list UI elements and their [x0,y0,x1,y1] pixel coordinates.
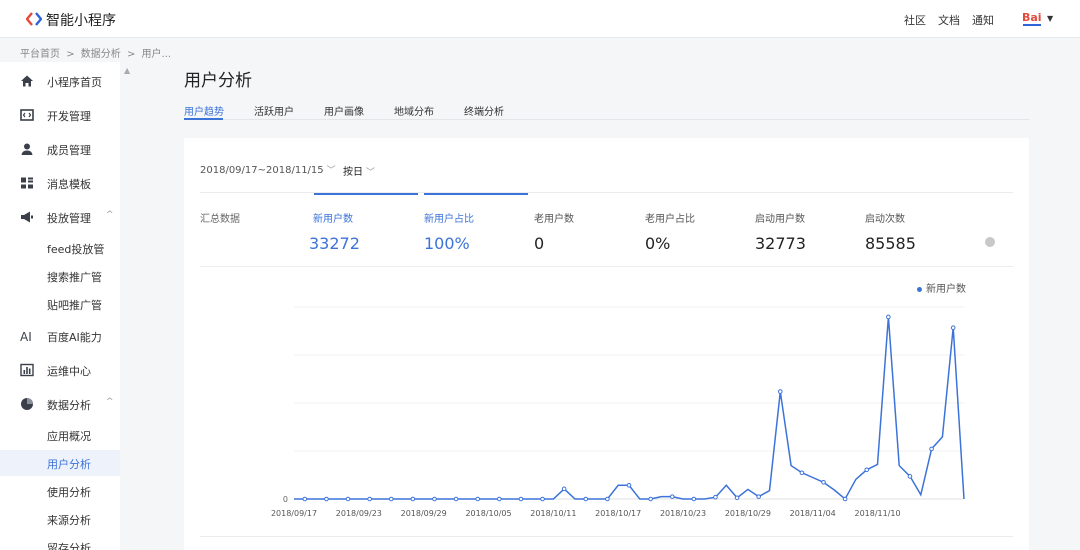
ai-icon: AI [20,330,32,343]
data-point[interactable] [345,496,351,502]
active-tab-indicator [184,118,223,120]
x-tick-label: 2018/09/23 [336,509,382,518]
nav-community-link[interactable]: 社区 [904,12,926,28]
brand-name[interactable]: 智能小程序 [46,10,116,30]
data-point[interactable] [821,479,826,485]
data-point[interactable] [777,389,783,394]
data-point[interactable] [475,496,481,502]
sidebar-sub-tieba[interactable]: 贴吧推广管 [0,291,120,317]
nav-notify-link[interactable]: 通知 [972,12,994,28]
x-tick-label: 2018/10/17 [595,509,641,518]
sidebar-item-ai[interactable]: AI 百度AI能力 [0,322,120,350]
data-point[interactable] [734,495,740,501]
user-icon [21,143,33,155]
tab-device[interactable]: 终端分析 [464,103,504,118]
x-tick-label: 2018/10/23 [660,509,706,518]
data-point[interactable] [864,467,870,473]
svg-text:Bai: Bai [1022,11,1042,24]
sidebar-sub-usage[interactable]: 使用分析 [0,478,120,504]
x-tick-label: 2018/10/11 [530,509,576,518]
data-point[interactable] [367,496,372,502]
sidebar-sub-search[interactable]: 搜索推广管 [0,263,120,289]
breadcrumb: 平台首页 > 数据分析 > 用户... [20,45,174,60]
data-point[interactable] [950,325,956,330]
series-line-new-users [294,316,965,501]
data-point[interactable] [583,496,589,502]
breadcrumb-separator: > [66,49,75,60]
avatar[interactable]: Bai [1021,10,1043,30]
data-point[interactable] [907,474,913,479]
tab-user-trend[interactable]: 用户趋势 [184,103,224,118]
data-point[interactable] [886,314,891,320]
data-point[interactable] [842,496,848,502]
scroll-up-icon[interactable]: ▲ [124,66,130,75]
breadcrumb-current: 用户... [141,49,172,60]
x-tick-label: 2018/09/29 [401,509,447,518]
sidebar-sub-overview[interactable]: 应用概况 [0,422,120,448]
chevron-down-icon[interactable]: ▼ [1047,14,1053,23]
data-point[interactable] [713,494,718,500]
sidebar-item-ops[interactable]: 运维中心 [0,356,120,384]
chevron-up-icon[interactable]: ^ [106,210,114,220]
data-point[interactable] [324,496,329,502]
chevron-up-icon[interactable]: ^ [106,397,114,407]
data-point[interactable] [302,496,308,502]
megaphone-icon [21,211,33,223]
data-point[interactable] [626,482,632,488]
data-point[interactable] [497,496,502,502]
code-icon [20,109,34,121]
data-point[interactable] [432,496,437,502]
pie-chart-icon [21,398,33,410]
data-point[interactable] [410,496,416,502]
data-point[interactable] [799,470,805,476]
data-point[interactable] [453,496,459,502]
data-point[interactable] [518,496,524,502]
template-icon [21,177,33,189]
y-tick-label: 0 [283,495,288,504]
sidebar-item-members[interactable]: 成员管理 [0,135,120,163]
sidebar-item-data-analysis[interactable]: 数据分析 ^ [0,390,120,418]
x-tick-label: 2018/11/04 [790,509,836,518]
sidebar-sub-feed[interactable]: feed投放管 [0,235,120,261]
data-point[interactable] [929,446,934,452]
x-tick-label: 2018/09/17 [271,509,317,518]
svg-text:AI: AI [20,330,32,343]
data-point[interactable] [605,496,610,502]
sidebar-sub-source[interactable]: 来源分析 [0,506,120,532]
data-point[interactable] [756,494,761,499]
x-tick-label: 2018/10/05 [465,509,511,518]
tab-region[interactable]: 地域分布 [394,103,434,118]
data-point[interactable] [691,496,697,502]
sidebar: 小程序首页 开发管理 成员管理 消息模板 投放管理 ^ feed投放管 搜索推广… [0,62,120,550]
tab-active-users[interactable]: 活跃用户 [254,103,294,118]
data-point[interactable] [388,496,394,502]
sidebar-sub-retention[interactable]: 留存分析 [0,534,120,550]
data-point[interactable] [669,494,675,499]
sidebar-item-templates[interactable]: 消息模板 [0,169,120,197]
divider [200,536,1013,537]
sidebar-item-home[interactable]: 小程序首页 [0,67,120,95]
home-icon [21,75,33,87]
tab-bar: 用户趋势 活跃用户 用户画像 地域分布 终端分析 [184,100,1029,120]
sidebar-sub-user-analysis[interactable]: 用户分析 [0,450,120,476]
data-point[interactable] [540,496,545,502]
new-users-line-chart: 0 2018/09/17 2018/09/23 2018/09/29 2018/10/0… [271,306,965,518]
breadcrumb-home[interactable]: 平台首页 [20,49,60,60]
analysis-card: 2018/09/17~2018/11/15 ﹀ 按日 ﹀ 汇总数据 新用户数 332… [184,138,1029,550]
sidebar-item-dev[interactable]: 开发管理 [0,101,120,129]
x-tick-label: 2018/11/10 [854,509,900,518]
top-header: 智能小程序 社区 文档 通知 Bai ▼ [0,0,1080,38]
breadcrumb-separator: > [126,49,136,60]
chart-bars-icon [20,363,34,377]
x-tick-label: 2018/10/29 [725,509,771,518]
page-title: 用户分析 [184,71,252,91]
breadcrumb-data-analysis[interactable]: 数据分析 [81,49,121,60]
data-point[interactable] [561,486,567,492]
sidebar-item-launch[interactable]: 投放管理 ^ [0,203,120,231]
baidu-smart-program-logo[interactable] [26,11,42,27]
data-point[interactable] [648,496,653,502]
tab-user-profile[interactable]: 用户画像 [324,103,364,118]
nav-docs-link[interactable]: 文档 [938,12,960,28]
